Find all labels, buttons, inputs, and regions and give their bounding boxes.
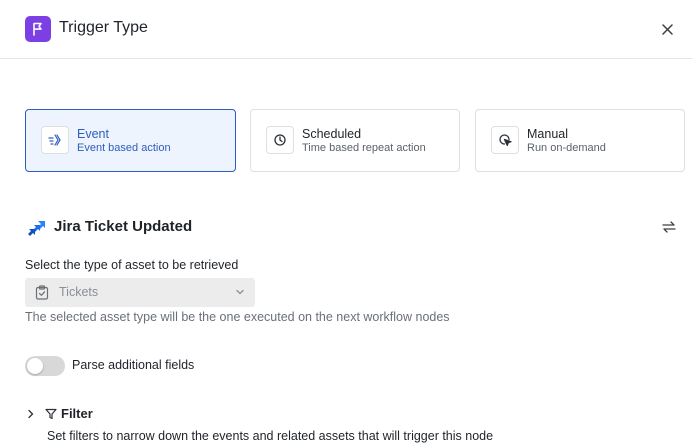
chevron-down-icon xyxy=(236,289,244,295)
trigger-type-manual-card[interactable]: Manual Run on-demand xyxy=(475,109,685,172)
parse-fields-toggle[interactable] xyxy=(25,356,65,376)
dialog-title: Trigger Type xyxy=(59,19,148,36)
trigger-type-title: Manual xyxy=(527,127,568,141)
filter-icon xyxy=(45,408,57,420)
clipboard-icon xyxy=(35,285,49,300)
cursor-click-icon xyxy=(491,126,519,154)
close-icon xyxy=(661,23,673,35)
asset-type-value: Tickets xyxy=(59,285,99,299)
trigger-type-title: Scheduled xyxy=(302,127,362,141)
asset-type-label: Select the type of asset to be retrieved xyxy=(25,258,239,272)
flag-icon xyxy=(25,16,51,42)
trigger-type-event-card[interactable]: Event Event based action xyxy=(25,109,236,172)
toggle-knob xyxy=(27,358,43,374)
integration-title: Jira Ticket Updated xyxy=(54,218,193,235)
filter-label: Filter xyxy=(61,406,93,421)
parse-fields-label: Parse additional fields xyxy=(72,358,195,372)
chevron-right-icon xyxy=(28,409,34,419)
trigger-type-subtitle: Run on-demand xyxy=(527,142,606,154)
jira-icon xyxy=(28,221,45,236)
filter-expander[interactable]: Filter xyxy=(25,405,145,423)
filter-description: Set filters to narrow down the events an… xyxy=(47,429,494,443)
trigger-type-scheduled-card[interactable]: Scheduled Time based repeat action xyxy=(250,109,460,172)
event-icon xyxy=(41,126,69,154)
clock-icon xyxy=(266,126,294,154)
dialog-header: Trigger Type xyxy=(0,0,692,59)
close-button[interactable] xyxy=(658,20,676,38)
asset-type-select[interactable]: Tickets xyxy=(25,278,255,307)
asset-type-helper: The selected asset type will be the one … xyxy=(25,310,450,324)
swap-icon[interactable] xyxy=(662,220,680,236)
trigger-type-subtitle: Time based repeat action xyxy=(302,142,426,154)
trigger-type-title: Event xyxy=(77,127,109,141)
trigger-type-subtitle: Event based action xyxy=(77,142,171,154)
